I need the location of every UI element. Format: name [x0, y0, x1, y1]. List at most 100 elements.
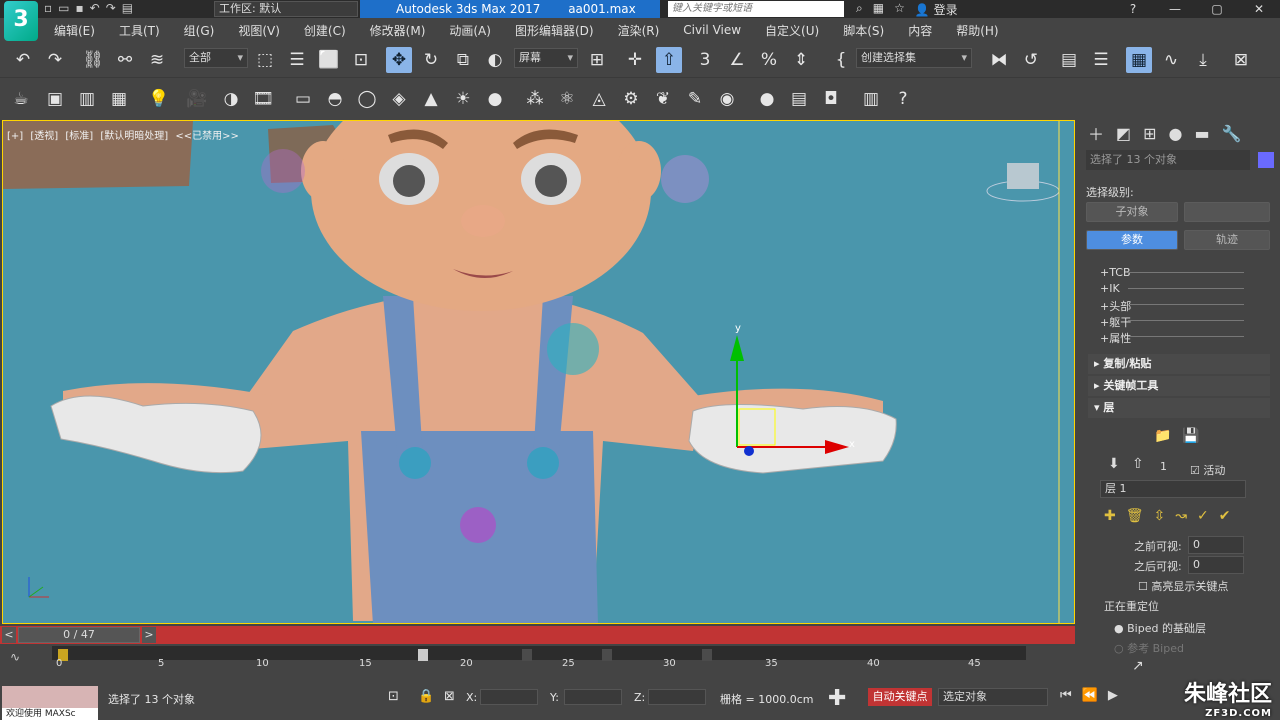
gear-icon[interactable]: ⚙	[618, 86, 644, 112]
bind-spacewarp-icon[interactable]: ≋	[144, 47, 170, 73]
edit-named-selection-icon[interactable]: {	[828, 47, 854, 73]
scene-explorer-icon[interactable]: ▦	[1126, 47, 1152, 73]
menu-civil-view[interactable]: Civil View	[683, 23, 741, 37]
hair-icon[interactable]: ✎	[682, 86, 708, 112]
keyboard-shortcut-toggle-icon[interactable]: ⇧	[656, 47, 682, 73]
perspective-viewport[interactable]: [+] [透视] [标准] [默认明暗处理] <<已禁用>> y x	[2, 120, 1075, 624]
load-layers-icon[interactable]: 📁	[1154, 428, 1171, 444]
search-input[interactable]: 键入关键字或短语	[668, 1, 844, 17]
maximize-icon[interactable]: ▢	[1196, 0, 1238, 18]
new-file-icon[interactable]: ▫	[44, 1, 52, 15]
undo-icon[interactable]: ↶	[10, 47, 36, 73]
material-assign-icon[interactable]: ◘	[818, 86, 844, 112]
undo-icon[interactable]: ↶	[90, 1, 100, 15]
camera-icon[interactable]: 🎥	[184, 86, 210, 112]
map-browser-icon[interactable]: ▤	[786, 86, 812, 112]
angle-snap-icon[interactable]: ∠	[724, 47, 750, 73]
ref-biped-radio[interactable]: ○ 参考 Biped	[1114, 640, 1184, 656]
key-marker[interactable]	[602, 649, 612, 661]
x-coordinate-field[interactable]	[480, 689, 538, 705]
auto-key-button[interactable]: 自动关键点	[868, 688, 932, 706]
redo-icon[interactable]: ↷	[42, 47, 68, 73]
time-slider-thumb[interactable]: 0 / 47	[18, 627, 140, 643]
material-editor-icon[interactable]: ⊠	[1228, 47, 1254, 73]
menu-customize[interactable]: 自定义(U)	[765, 22, 819, 39]
menu-help[interactable]: 帮助(H)	[956, 22, 998, 39]
select-object-icon[interactable]: ⬚	[252, 47, 278, 73]
preferences-icon[interactable]: ▥	[858, 86, 884, 112]
menu-edit[interactable]: 编辑(E)	[54, 22, 95, 39]
rendered-frame-window-icon[interactable]: ▦	[106, 86, 132, 112]
modify-tab-icon[interactable]: ◩	[1116, 124, 1131, 143]
viewport-shading[interactable]: [默认明暗处理]	[100, 131, 168, 142]
highlight-keys-checkbox[interactable]: ☐ 高亮显示关键点	[1138, 578, 1228, 594]
play-icon[interactable]: ▶	[1108, 688, 1118, 703]
before-visible-spinner[interactable]: 0	[1188, 536, 1244, 554]
pivot-center-icon[interactable]: ⊞	[584, 47, 610, 73]
curve-editor-icon[interactable]: ∿	[1158, 47, 1184, 73]
snap-layer-icon[interactable]: ↝	[1175, 508, 1187, 524]
binoculars-icon[interactable]: ⌕	[856, 1, 863, 18]
selection-filter-dropdown[interactable]: 选定对象	[938, 688, 1048, 706]
isolate-icon[interactable]: ⊡	[388, 689, 399, 704]
menu-animation[interactable]: 动画(A)	[449, 22, 491, 39]
viewport-pov[interactable]: [透视]	[30, 131, 58, 142]
subscription-icon[interactable]: ▦	[873, 1, 884, 18]
star-icon[interactable]: ☆	[894, 1, 905, 18]
key-marker[interactable]	[702, 649, 712, 661]
create-layer-icon[interactable]: ✚	[1104, 508, 1116, 524]
menu-scripting[interactable]: 脚本(S)	[843, 22, 884, 39]
viewport-disabled[interactable]: <<已禁用>>	[175, 131, 239, 142]
time-slider[interactable]: < 0 / 47 >	[0, 626, 1075, 644]
place-icon[interactable]: ◐	[482, 47, 508, 73]
atom-icon[interactable]: ⚛	[554, 86, 580, 112]
select-active-icon[interactable]: ✔	[1219, 508, 1231, 524]
scale-icon[interactable]: ⧉	[450, 47, 476, 73]
close-icon[interactable]: ✕	[1238, 0, 1280, 18]
pyramid-icon[interactable]: ◬	[586, 86, 612, 112]
track-strip[interactable]	[52, 646, 1026, 661]
menu-tools[interactable]: 工具(T)	[119, 22, 160, 39]
tree-ik[interactable]: +IK	[1100, 282, 1120, 295]
grass-icon[interactable]: ❦	[650, 86, 676, 112]
parameters-button[interactable]: 参数	[1086, 230, 1178, 250]
save-layers-icon[interactable]: 💾	[1182, 428, 1199, 444]
material-sphere-icon[interactable]: ●	[754, 86, 780, 112]
motion-tab-icon[interactable]: ●	[1169, 124, 1183, 143]
app-logo[interactable]: 3	[4, 1, 38, 41]
project-folder-icon[interactable]: ▤	[122, 1, 133, 15]
move-icon[interactable]: ✥	[386, 47, 412, 73]
viewport-label[interactable]: [+] [透视] [标准] [默认明暗处理] <<已禁用>>	[7, 127, 243, 142]
collapse-layer-icon[interactable]: ⇳	[1154, 508, 1166, 524]
select-manipulate-icon[interactable]: ✛	[622, 47, 648, 73]
sun-icon[interactable]: ☀	[450, 86, 476, 112]
trajectories-button[interactable]: 轨迹	[1184, 230, 1270, 250]
viewport-menu[interactable]: [+]	[7, 131, 23, 142]
plane-icon[interactable]: ▭	[290, 86, 316, 112]
track-bar[interactable]: ∿ 0 5 10 15 20 25 30 35 40 45	[0, 644, 1075, 686]
align-icon[interactable]: ↺	[1018, 47, 1044, 73]
lock-icon[interactable]: 🔒	[418, 689, 434, 704]
select-by-name-icon[interactable]: ☰	[284, 47, 310, 73]
redo-icon[interactable]: ↷	[106, 1, 116, 15]
menu-graph-editors[interactable]: 图形编辑器(D)	[515, 22, 594, 39]
rect-selection-icon[interactable]: ⬜	[316, 47, 342, 73]
layer-name-field[interactable]: 层 1	[1100, 480, 1246, 498]
menu-modifiers[interactable]: 修改器(M)	[370, 22, 426, 39]
menu-create[interactable]: 创建(C)	[304, 22, 346, 39]
reference-coord-dropdown[interactable]: 屏幕	[514, 48, 578, 68]
window-crossing-icon[interactable]: ⊡	[348, 47, 374, 73]
workspace-dropdown[interactable]: 工作区: 默认	[214, 1, 358, 17]
y-coordinate-field[interactable]	[564, 689, 622, 705]
utilities-tab-icon[interactable]: 🔧	[1222, 124, 1242, 143]
key-marker[interactable]	[522, 649, 532, 661]
tree-props[interactable]: +属性	[1100, 330, 1131, 346]
save-icon[interactable]: ▪	[75, 1, 83, 15]
mini-curve-editor-icon[interactable]: ∿	[10, 650, 20, 664]
disc-icon[interactable]: ●	[482, 86, 508, 112]
rollout-key-tools[interactable]: ▸ 关键帧工具	[1088, 376, 1270, 396]
z-coordinate-field[interactable]	[648, 689, 706, 705]
goto-start-icon[interactable]: ⏮	[1060, 688, 1072, 703]
particles-icon[interactable]: ⁂	[522, 86, 548, 112]
cone-icon[interactable]: ▲	[418, 86, 444, 112]
